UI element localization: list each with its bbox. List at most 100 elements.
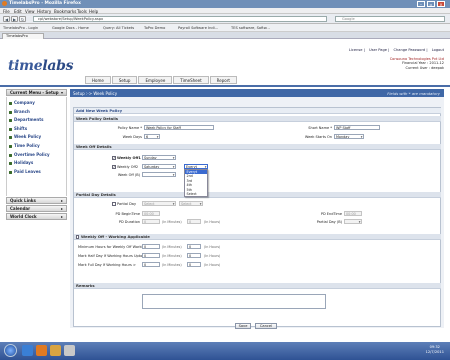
- week-policy-form: Add New Week Policy Week Policy Details …: [73, 107, 441, 329]
- nav-home[interactable]: Home: [85, 76, 111, 84]
- reload-icon[interactable]: ↻: [19, 16, 26, 22]
- maximize-button[interactable]: ▫: [427, 1, 435, 7]
- license-link[interactable]: License: [349, 48, 363, 52]
- timelabs-logo: timelabs: [8, 58, 74, 74]
- nav-timesheet[interactable]: TimeSheet: [173, 76, 209, 84]
- partial-day-label: Partial Day: [117, 202, 137, 206]
- full-day-hours-input[interactable]: 0: [187, 262, 201, 267]
- pd-end-input[interactable]: 00:00: [344, 211, 362, 216]
- half-day-minutes-input[interactable]: 0: [142, 253, 160, 258]
- mandatory-note: Fields with * are mandatory: [387, 90, 440, 96]
- back-icon[interactable]: ◀: [3, 16, 10, 22]
- sidebar-item-shifts[interactable]: Shifts: [7, 125, 66, 134]
- breadcrumb-bar: Setup :-> Week Policy Fields with * are …: [70, 89, 444, 97]
- app-icon[interactable]: [64, 345, 75, 356]
- bookmark-item[interactable]: Payroll Software Indi...: [178, 26, 218, 30]
- close-window-button[interactable]: ×: [437, 1, 445, 7]
- sidebar-item-departments[interactable]: Departments: [7, 116, 66, 125]
- section-weekly-off-working: Weekly Off - Working Applicable: [74, 234, 441, 240]
- full-day-label: Mark Full Day If Working Hours >: [78, 263, 136, 267]
- full-day-minutes-input[interactable]: 0: [142, 262, 160, 267]
- nav-employee[interactable]: Employee: [138, 76, 173, 84]
- week-days-select[interactable]: 6: [144, 134, 160, 139]
- bookmark-item[interactable]: Google Docs - Home: [52, 26, 89, 30]
- sidebar-item-time-policy[interactable]: Time Policy: [7, 142, 66, 151]
- cancel-button[interactable]: Cancel: [255, 323, 277, 329]
- sidebar-item-paid-leaves[interactable]: Paid Leaves: [7, 168, 66, 177]
- sidebar-item-branch[interactable]: Branch: [7, 108, 66, 117]
- change-password-link[interactable]: Change Password: [394, 48, 426, 52]
- calendar-header[interactable]: Calendar ▸: [6, 205, 67, 212]
- window-title: TimelabsPro - Mozilla Firefox: [9, 1, 81, 6]
- section-week-policy: Week Policy Details: [74, 116, 441, 122]
- weekly-off1-checkbox[interactable]: ✓: [112, 156, 116, 160]
- bookmark-item[interactable]: Query: All Tickets: [103, 26, 134, 30]
- world-clock-header[interactable]: World Clock ▸: [6, 213, 67, 220]
- full-day-hours-note: (In Hours): [204, 263, 221, 267]
- main-panel: Add New Week Policy Week Policy Details …: [70, 97, 444, 329]
- weekly-off1-label: Weekly Off1: [117, 156, 141, 160]
- user-page-link[interactable]: User Page: [369, 48, 387, 52]
- dropdown-option[interactable]: Select: [185, 192, 207, 196]
- sidebar-item-week-policy[interactable]: Week Policy: [7, 133, 66, 142]
- partial-day-checkbox[interactable]: [112, 202, 116, 206]
- browser-title-bar: TimelabsPro - Mozilla Firefox – ▫ ×: [0, 0, 450, 8]
- min-hours-minutes-input[interactable]: 0: [142, 244, 160, 249]
- partial-day-sub-select[interactable]: Select: [179, 201, 203, 206]
- pd-begin-input[interactable]: 00:00: [142, 211, 160, 216]
- weekly-off1-select[interactable]: Sunday: [142, 155, 176, 160]
- week-starts-label: Week Starts On: [304, 135, 332, 139]
- policy-name-input[interactable]: Week Policy for Staff: [144, 125, 214, 130]
- minimize-button[interactable]: –: [417, 1, 425, 7]
- section-week-off: Week Off Details: [74, 144, 441, 150]
- breadcrumb: Setup :-> Week Policy: [73, 90, 118, 96]
- quick-links-header[interactable]: Quick Links ▸: [6, 197, 67, 204]
- nav-setup[interactable]: Setup: [111, 76, 138, 84]
- bookmark-item[interactable]: TimelabsPro - Login: [3, 26, 38, 30]
- weekly-off2-checkbox[interactable]: ✓: [112, 165, 116, 169]
- weekly-off-working-checkbox[interactable]: [75, 235, 80, 239]
- bullet-icon: [9, 110, 12, 114]
- week-starts-select[interactable]: Monday: [334, 134, 364, 139]
- ie-icon[interactable]: [22, 345, 33, 356]
- bookmark-item[interactable]: TES software, Softw...: [231, 26, 270, 30]
- half-day-hours-input[interactable]: 0: [187, 253, 201, 258]
- min-hours-hours-input[interactable]: 0: [187, 244, 201, 249]
- sidebar-item-overtime-policy[interactable]: Overtime Policy: [7, 151, 66, 160]
- section-partial-day: Partial Day Details: [74, 192, 441, 198]
- forward-icon[interactable]: ▶: [11, 16, 18, 22]
- short-name-label: Short Name *: [308, 126, 332, 130]
- policy-name-label: Policy Name *: [117, 126, 142, 130]
- top-links: License | User Page | Change Password | …: [348, 48, 444, 52]
- short-name-input[interactable]: WP Staff: [334, 125, 380, 130]
- week-off-b-select[interactable]: [142, 172, 176, 177]
- search-input[interactable]: Google: [335, 16, 445, 22]
- logout-link[interactable]: Logout: [432, 48, 444, 52]
- sidebar-item-holidays[interactable]: Holidays: [7, 159, 66, 168]
- sidebar-item-company[interactable]: Company: [7, 99, 66, 108]
- url-bar[interactable]: cpl/webstore/Setup/WeekPolicy.aspx: [33, 16, 327, 22]
- partial-day-b-select[interactable]: [344, 219, 362, 224]
- partial-day-select[interactable]: Select: [142, 201, 176, 206]
- start-button[interactable]: [4, 344, 17, 357]
- remarks-textarea[interactable]: [142, 294, 326, 309]
- pd-duration-hours-input[interactable]: 0: [187, 219, 201, 224]
- folder-icon[interactable]: [50, 345, 61, 356]
- bookmark-item[interactable]: ToPro Demo: [144, 26, 165, 30]
- firefox-icon: [2, 1, 7, 6]
- sidebar-menu: Company Branch Departments Shifts Week P…: [6, 97, 67, 196]
- save-button[interactable]: Save: [235, 323, 251, 329]
- browser-nav-bar: ◀ ▶ ↻ cpl/webstore/Setup/WeekPolicy.aspx…: [0, 14, 450, 24]
- half-day-hours-note: (In Hours): [204, 254, 221, 258]
- current-menu-header[interactable]: Current Menu - Setup ▾: [6, 89, 67, 96]
- clock: 09:32 12/7/2011: [425, 345, 444, 354]
- nav-report[interactable]: Report: [209, 76, 237, 84]
- occurrence-dropdown-list: Everyt 2nd 3rd 4th 5th Select: [184, 169, 208, 197]
- bullet-icon: [9, 136, 12, 140]
- firefox-taskbar-icon[interactable]: [36, 345, 47, 356]
- week-off-b-label: Week Off (B): [117, 173, 140, 177]
- weekly-off2-day-select[interactable]: Saturday: [142, 164, 176, 169]
- pd-duration-label: PD Duration: [118, 220, 140, 224]
- pd-duration-minutes-input[interactable]: 0: [142, 219, 160, 224]
- bullet-icon: [9, 162, 12, 166]
